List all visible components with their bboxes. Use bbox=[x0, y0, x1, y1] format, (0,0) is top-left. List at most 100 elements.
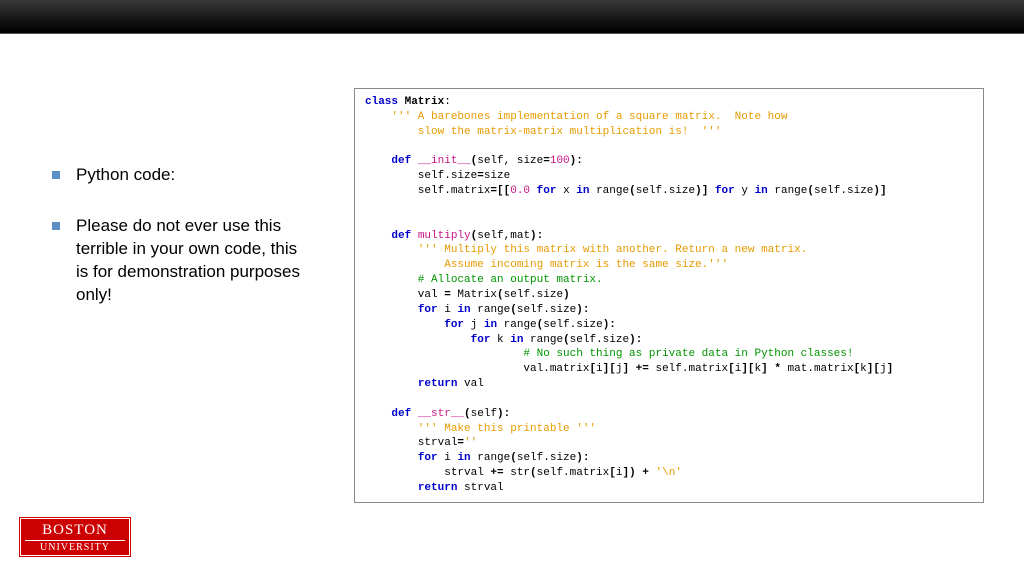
code-keyword: class bbox=[365, 96, 405, 108]
code-op: * bbox=[774, 363, 781, 375]
code-keyword: for bbox=[418, 452, 438, 464]
code-text: self.size bbox=[543, 319, 602, 331]
code-op: )] bbox=[695, 185, 715, 197]
code-text bbox=[365, 378, 418, 390]
code-text: self bbox=[471, 408, 497, 420]
code-text: range bbox=[471, 304, 511, 316]
code-text: x bbox=[556, 185, 576, 197]
code-keyword: in bbox=[755, 185, 768, 197]
boston-university-logo: BOSTON UNIVERSITY bbox=[20, 518, 130, 556]
code-text: strval bbox=[457, 482, 503, 494]
code-op: ][ bbox=[603, 363, 616, 375]
code-op: += bbox=[490, 467, 503, 479]
code-op: + bbox=[642, 467, 649, 479]
code-text: strval bbox=[365, 467, 490, 479]
code-op: ( bbox=[629, 185, 636, 197]
code-op: ( bbox=[510, 452, 517, 464]
code-keyword: def bbox=[365, 408, 418, 420]
code-op: ): bbox=[629, 334, 642, 346]
code-docstring: ''' Make this printable ''' bbox=[365, 423, 596, 435]
code-keyword: for bbox=[537, 185, 557, 197]
code-keyword: in bbox=[457, 304, 470, 316]
bullet-item: Python code: bbox=[72, 164, 312, 187]
code-comment: # Allocate an output matrix. bbox=[365, 274, 603, 286]
logo-line-1: BOSTON bbox=[21, 521, 129, 538]
code-text: i bbox=[438, 304, 458, 316]
code-op: [ bbox=[609, 467, 616, 479]
code-op: ( bbox=[497, 289, 504, 301]
code-text: i bbox=[596, 363, 603, 375]
code-keyword: in bbox=[576, 185, 589, 197]
code-text: y bbox=[735, 185, 755, 197]
code-op: ): bbox=[576, 452, 589, 464]
code-op: = bbox=[543, 155, 550, 167]
code-text: self.size bbox=[365, 170, 477, 182]
code-funcname: __init__ bbox=[418, 155, 471, 167]
code-text: k bbox=[490, 334, 510, 346]
code-text: self.size bbox=[814, 185, 873, 197]
code-op: ] bbox=[761, 363, 774, 375]
code-text: self.size bbox=[517, 452, 576, 464]
code-text: i bbox=[438, 452, 458, 464]
code-text: k bbox=[860, 363, 867, 375]
code-string: '' bbox=[464, 437, 477, 449]
code-text: self, size bbox=[477, 155, 543, 167]
code-text: self.matrix bbox=[365, 185, 490, 197]
code-classname: Matrix bbox=[405, 96, 445, 108]
code-comment: # No such thing as private data in Pytho… bbox=[365, 348, 853, 360]
code-number: 0.0 bbox=[510, 185, 530, 197]
code-text bbox=[365, 452, 418, 464]
code-text: Matrix bbox=[451, 289, 497, 301]
code-op: )] bbox=[873, 185, 886, 197]
code-text: val bbox=[365, 289, 444, 301]
code-text: range bbox=[523, 334, 563, 346]
code-keyword: def bbox=[365, 155, 418, 167]
code-text: range bbox=[497, 319, 537, 331]
code-text: self.matrix bbox=[649, 363, 728, 375]
code-text: self.size bbox=[570, 334, 629, 346]
code-op: ] bbox=[887, 363, 894, 375]
bullet-text: Python code: bbox=[76, 164, 175, 187]
code-text: strval bbox=[365, 437, 457, 449]
code-text: self,mat bbox=[477, 230, 530, 242]
code-text: range bbox=[768, 185, 808, 197]
code-op: [ bbox=[728, 363, 735, 375]
code-keyword: return bbox=[418, 482, 458, 494]
code-text: val.matrix bbox=[365, 363, 589, 375]
code-keyword: for bbox=[471, 334, 491, 346]
code-keyword: return bbox=[418, 378, 458, 390]
code-text: j bbox=[464, 319, 484, 331]
code-op: ): bbox=[570, 155, 583, 167]
title-bar bbox=[0, 0, 1024, 34]
code-text bbox=[365, 334, 471, 346]
code-op: ( bbox=[530, 467, 537, 479]
code-op: ]) bbox=[622, 467, 642, 479]
code-op: ): bbox=[576, 304, 589, 316]
code-text: mat.matrix bbox=[781, 363, 854, 375]
code-funcname: multiply bbox=[418, 230, 471, 242]
code-text: range bbox=[589, 185, 629, 197]
code-text bbox=[530, 185, 537, 197]
code-keyword: for bbox=[715, 185, 735, 197]
code-op: ) bbox=[563, 289, 570, 301]
code-docstring: Assume incoming matrix is the same size.… bbox=[365, 259, 728, 271]
code-docstring: slow the matrix-matrix multiplication is… bbox=[365, 126, 721, 138]
code-keyword: for bbox=[418, 304, 438, 316]
code-op: ): bbox=[530, 230, 543, 242]
left-column: Python code: Please do not ever use this… bbox=[0, 34, 332, 335]
code-keyword: for bbox=[444, 319, 464, 331]
code-text bbox=[365, 304, 418, 316]
code-op: ): bbox=[603, 319, 616, 331]
code-op: ][ bbox=[867, 363, 880, 375]
code-text: j bbox=[880, 363, 887, 375]
code-op: += bbox=[636, 363, 649, 375]
code-text: val bbox=[457, 378, 483, 390]
code-text bbox=[649, 467, 656, 479]
code-op: ( bbox=[563, 334, 570, 346]
code-text: self.size bbox=[504, 289, 563, 301]
code-keyword: def bbox=[365, 230, 418, 242]
code-text: self.size bbox=[517, 304, 576, 316]
code-keyword: in bbox=[510, 334, 523, 346]
bullet-text: Please do not ever use this terrible in … bbox=[76, 215, 312, 307]
bullet-marker-icon bbox=[52, 171, 60, 179]
